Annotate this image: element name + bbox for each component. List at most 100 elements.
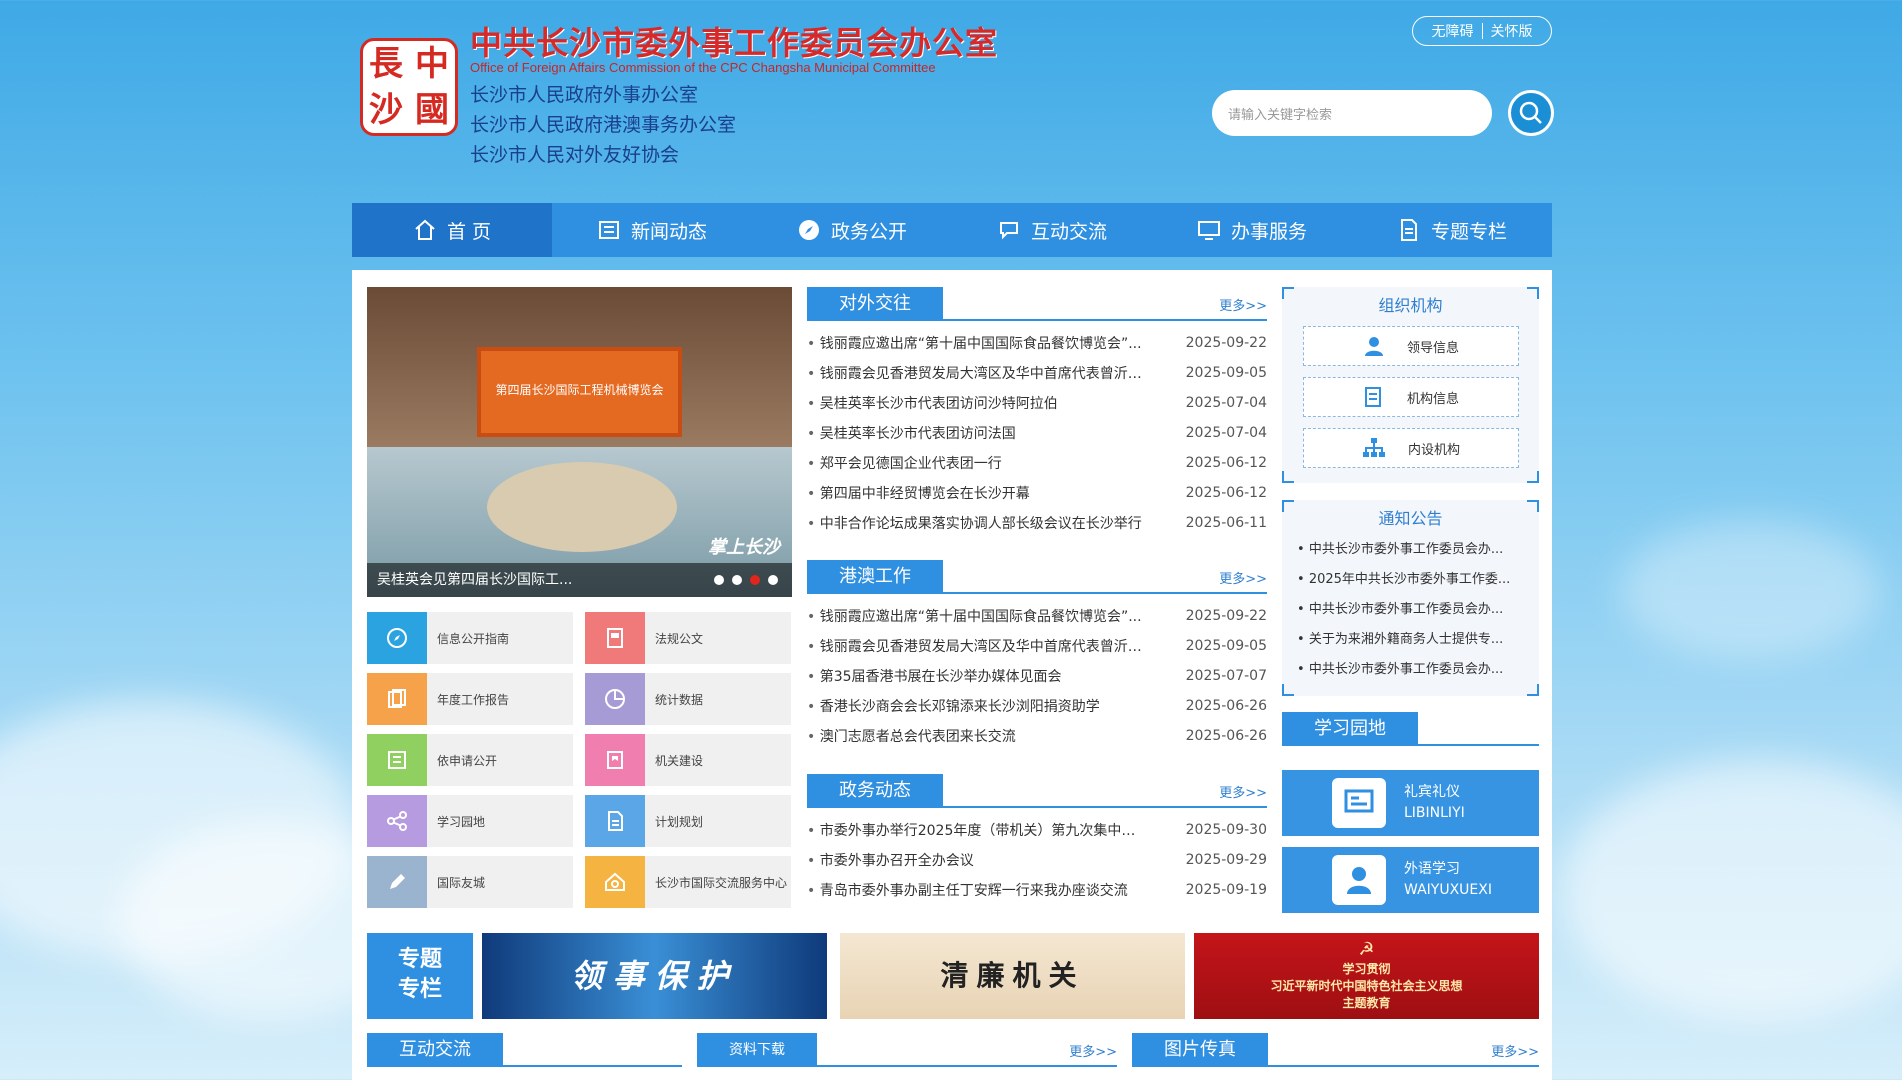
notice-item[interactable]: 关于为来湘外籍商务人士提供专... — [1297, 625, 1527, 655]
news-item[interactable]: 钱丽霞应邀出席“第十届中国国际食品餐饮博览会”... 2025-09-22 — [807, 328, 1267, 358]
nav-news[interactable]: 新闻动态 — [552, 203, 752, 257]
banner-study-theme[interactable]: ☭ 学习贯彻 习近平新时代中国特色社会主义思想 主题教育 — [1194, 933, 1539, 1019]
banner-integrity[interactable]: 清廉机关 — [840, 933, 1185, 1019]
tab-hkmacao[interactable]: 港澳工作 — [807, 560, 943, 594]
accessibility-link[interactable]: 无障碍 — [1432, 21, 1474, 41]
main-panel: 第四届长沙国际工程机械博览会 掌上长沙 吴桂英会见第四届长沙国际工... 信息公… — [352, 270, 1552, 1080]
quick-link[interactable]: 年度工作报告 — [367, 673, 573, 725]
news-title[interactable]: 香港长沙商会会长邓锦添来长沙浏阳捐资助学 — [807, 696, 1100, 716]
quick-link[interactable]: 计划规划 — [585, 795, 791, 847]
quick-link[interactable]: 依申请公开 — [367, 734, 573, 786]
tab-foreign[interactable]: 对外交往 — [807, 287, 943, 321]
search-button[interactable] — [1508, 90, 1554, 136]
quick-link[interactable]: 长沙市国际交流服务中心 — [585, 856, 791, 908]
topic-label-1: 专题 — [397, 947, 442, 972]
nav-topics[interactable]: 专题专栏 — [1352, 203, 1552, 257]
quick-link-label: 学习园地 — [437, 814, 486, 829]
person-icon — [1364, 337, 1383, 356]
news-item[interactable]: 市委外事办召开全办会议 2025-09-29 — [807, 845, 1267, 875]
news-title[interactable]: 钱丽霞会见香港贸发局大湾区及华中首席代表曾沂靖... — [807, 636, 1147, 656]
notice-title: 通知公告 — [1378, 509, 1443, 528]
quick-link[interactable]: 学习园地 — [367, 795, 573, 847]
notice-item[interactable]: 中共长沙市委外事工作委员会办... — [1297, 595, 1527, 625]
news-item[interactable]: 中非合作论坛成果落实协调人部长级会议在长沙举行 2025-06-11 — [807, 508, 1267, 538]
news-date: 2025-07-07 — [1185, 668, 1267, 684]
tab-interact[interactable]: 互动交流 — [367, 1033, 503, 1067]
slider-dot[interactable] — [732, 575, 742, 585]
elder-mode-link[interactable]: 关怀版 — [1491, 21, 1533, 41]
news-item[interactable]: 郑平会见德国企业代表团一行 2025-06-12 — [807, 448, 1267, 478]
news-item[interactable]: 第四届中非经贸博览会在长沙开幕 2025-06-12 — [807, 478, 1267, 508]
news-item[interactable]: 钱丽霞会见香港贸发局大湾区及华中首席代表曾沂靖... 2025-09-05 — [807, 358, 1267, 388]
quick-link[interactable]: 统计数据 — [585, 673, 791, 725]
news-title[interactable]: 钱丽霞应邀出席“第十届中国国际食品餐饮博览会”... — [807, 333, 1142, 353]
study-item-cn: 外语学习 — [1404, 861, 1460, 877]
news-title[interactable]: 钱丽霞会见香港贸发局大湾区及华中首席代表曾沂靖... — [807, 363, 1147, 383]
more-link[interactable]: 更多>> — [1219, 568, 1267, 587]
news-item[interactable]: 香港长沙商会会长邓锦添来长沙浏阳捐资助学 2025-06-26 — [807, 691, 1267, 721]
news-item[interactable]: 吴桂英率长沙市代表团访问沙特阿拉伯 2025-07-04 — [807, 388, 1267, 418]
slide-watermark: 掌上长沙 — [708, 537, 780, 558]
corner — [1282, 684, 1294, 696]
news-title[interactable]: 青岛市委外事办副主任丁安辉一行来我办座谈交流 — [807, 880, 1128, 900]
quick-link-label: 计划规划 — [655, 814, 704, 829]
quick-link[interactable]: 信息公开指南 — [367, 612, 573, 664]
page: 長中沙國 中共长沙市委外事工作委员会办公室 Office of Foreign … — [352, 0, 1554, 1080]
org-info-button[interactable]: 机构信息 — [1303, 377, 1519, 417]
tab-gov[interactable]: 政务动态 — [807, 774, 943, 808]
logo-seal: 長中沙國 — [360, 38, 458, 136]
news-title[interactable]: 郑平会见德国企业代表团一行 — [807, 453, 1002, 473]
news-title[interactable]: 吴桂英率长沙市代表团访问法国 — [807, 423, 1016, 443]
org-internal-button[interactable]: 内设机构 — [1303, 428, 1519, 468]
news-item[interactable]: 市委外事办举行2025年度（带机关）第九次集中学习 2025-09-30 — [807, 815, 1267, 845]
more-link[interactable]: 更多>> — [1219, 782, 1267, 801]
more-link[interactable]: 更多>> — [1069, 1041, 1117, 1060]
notice-item[interactable]: 中共长沙市委外事工作委员会办... — [1297, 655, 1527, 685]
nav-home[interactable]: 首 页 — [352, 203, 552, 257]
news-item[interactable]: 吴桂英率长沙市代表团访问法国 2025-07-04 — [807, 418, 1267, 448]
quick-link-label: 统计数据 — [655, 692, 704, 707]
tab-download[interactable]: 资料下载 — [697, 1033, 817, 1067]
org-leaders-button[interactable]: 领导信息 — [1303, 326, 1519, 366]
news-date: 2025-06-12 — [1185, 485, 1267, 501]
news-slider[interactable]: 第四届长沙国际工程机械博览会 掌上长沙 吴桂英会见第四届长沙国际工... — [367, 287, 792, 597]
news-title[interactable]: 市委外事办召开全办会议 — [807, 850, 974, 870]
more-link[interactable]: 更多>> — [1219, 295, 1267, 314]
nav-gov-open[interactable]: 政务公开 — [752, 203, 952, 257]
news-title[interactable]: 中非合作论坛成果落实协调人部长级会议在长沙举行 — [807, 513, 1142, 533]
news-item[interactable]: 青岛市委外事办副主任丁安辉一行来我办座谈交流 2025-09-19 — [807, 875, 1267, 905]
quick-link[interactable]: 机关建设 — [585, 734, 791, 786]
quick-link[interactable]: 法规公文 — [585, 612, 791, 664]
report-icon — [367, 673, 427, 725]
quick-link-label: 国际友城 — [437, 875, 486, 890]
news-title[interactable]: 钱丽霞应邀出席“第十届中国国际食品餐饮博览会”... — [807, 606, 1142, 626]
notice-item[interactable]: 2025年中共长沙市委外事工作委... — [1297, 565, 1527, 595]
news-title[interactable]: 第35届香港书展在长沙举办媒体见面会 — [807, 666, 1062, 686]
nav-interact[interactable]: 互动交流 — [952, 203, 1152, 257]
news-title[interactable]: 吴桂英率长沙市代表团访问沙特阿拉伯 — [807, 393, 1058, 413]
slider-dot[interactable] — [714, 575, 724, 585]
quick-link[interactable]: 国际友城 — [367, 856, 573, 908]
study-item-py: LIBINLIYI — [1404, 805, 1465, 821]
tab-study[interactable]: 学习园地 — [1282, 712, 1418, 746]
notice-item[interactable]: 中共长沙市委外事工作委员会办... — [1297, 535, 1527, 565]
slider-dot-active[interactable] — [750, 575, 760, 585]
news-title[interactable]: 市委外事办举行2025年度（带机关）第九次集中学习 — [807, 820, 1147, 840]
tab-photo[interactable]: 图片传真 — [1132, 1033, 1268, 1067]
banner-consular[interactable]: 领事保护 — [482, 933, 827, 1019]
section-header-gov: 政务动态 更多>> — [807, 774, 1267, 808]
news-item[interactable]: 第35届香港书展在长沙举办媒体见面会 2025-07-07 — [807, 661, 1267, 691]
file-icon — [585, 612, 645, 664]
study-language-button[interactable]: 外语学习 WAIYUXUEXI — [1282, 847, 1539, 913]
study-etiquette-button[interactable]: 礼宾礼仪 LIBINLIYI — [1282, 770, 1539, 836]
news-title[interactable]: 第四届中非经贸博览会在长沙开幕 — [807, 483, 1030, 503]
news-item[interactable]: 澳门志愿者总会代表团来长交流 2025-06-26 — [807, 721, 1267, 751]
slider-dot[interactable] — [768, 575, 778, 585]
more-link[interactable]: 更多>> — [1491, 1041, 1539, 1060]
news-item[interactable]: 钱丽霞会见香港贸发局大湾区及华中首席代表曾沂靖... 2025-09-05 — [807, 631, 1267, 661]
news-title[interactable]: 澳门志愿者总会代表团来长交流 — [807, 726, 1016, 746]
search-input[interactable]: 请输入关键字检索 — [1212, 90, 1492, 136]
news-item[interactable]: 钱丽霞应邀出席“第十届中国国际食品餐饮博览会”... 2025-09-22 — [807, 601, 1267, 631]
news-date: 2025-06-12 — [1185, 455, 1267, 471]
nav-service[interactable]: 办事服务 — [1152, 203, 1352, 257]
